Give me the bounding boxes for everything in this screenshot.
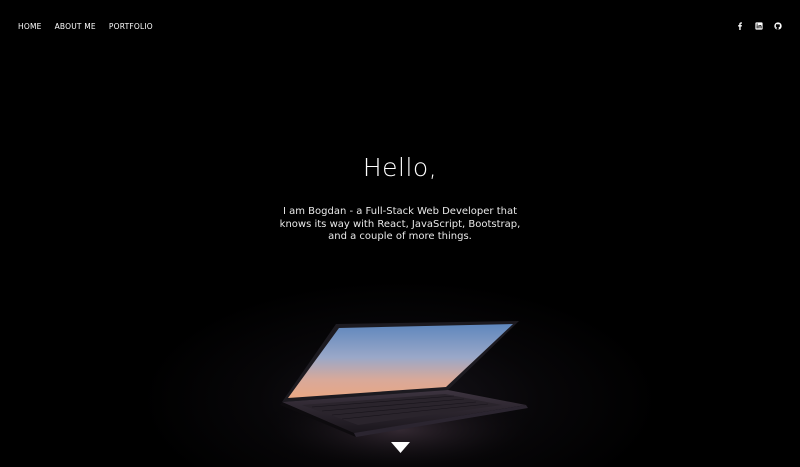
social-links: [736, 22, 782, 30]
hero-intro-text: I am Bogdan - a Full-Stack Web Developer…: [279, 206, 521, 242]
hero-section: HOME ABOUT ME PORTFOLIO Hello, I am Bogd…: [0, 0, 800, 467]
hero-greeting: Hello,: [362, 153, 438, 182]
facebook-icon[interactable]: [736, 22, 744, 30]
github-icon[interactable]: [774, 22, 782, 30]
linkedin-icon[interactable]: [755, 22, 763, 30]
chevron-down-icon[interactable]: [391, 442, 410, 453]
top-navigation: HOME ABOUT ME PORTFOLIO: [18, 22, 153, 31]
nav-portfolio-link[interactable]: PORTFOLIO: [109, 22, 153, 31]
nav-home-link[interactable]: HOME: [18, 22, 42, 31]
nav-about-link[interactable]: ABOUT ME: [55, 22, 96, 31]
